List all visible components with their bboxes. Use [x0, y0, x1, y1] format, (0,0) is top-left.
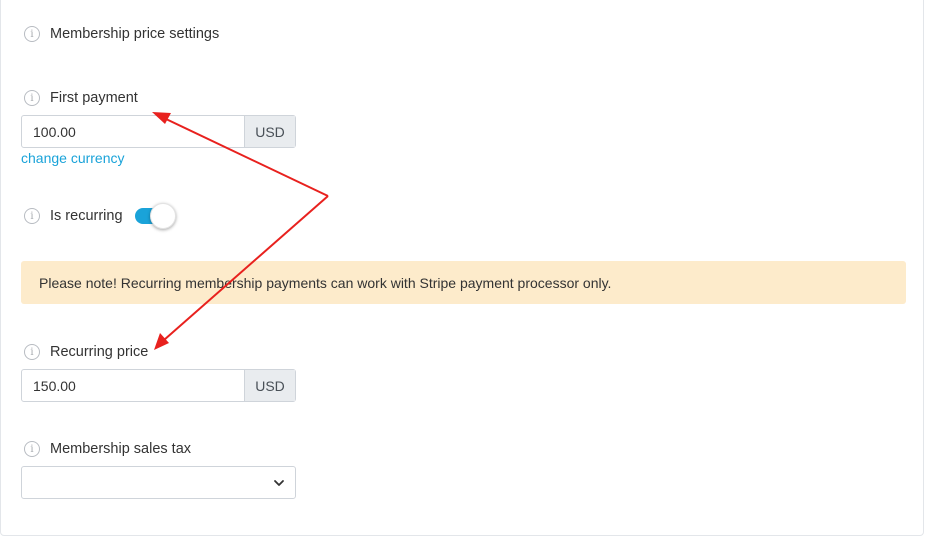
first-payment-input-group: 100.00 USD — [21, 115, 296, 148]
first-payment-currency-addon: USD — [244, 116, 295, 147]
recurring-price-label-row: i Recurring price — [24, 342, 148, 362]
note-text: Please note! Recurring membership paymen… — [39, 274, 612, 291]
recurring-price-currency-addon: USD — [244, 370, 295, 401]
is-recurring-toggle[interactable] — [135, 203, 177, 229]
is-recurring-label-row: i Is recurring — [24, 206, 123, 226]
info-icon[interactable]: i — [24, 26, 40, 42]
change-currency-link[interactable]: change currency — [21, 150, 125, 166]
info-icon[interactable]: i — [24, 344, 40, 360]
info-icon[interactable]: i — [24, 90, 40, 106]
sales-tax-label-row: i Membership sales tax — [24, 439, 191, 459]
first-payment-label: First payment — [50, 90, 138, 106]
recurring-price-label: Recurring price — [50, 344, 149, 360]
is-recurring-label: Is recurring — [50, 208, 123, 224]
first-payment-label-row: i First payment — [24, 88, 138, 108]
settings-title-row: i Membership price settings — [24, 24, 219, 44]
toggle-knob — [150, 203, 176, 229]
recurring-price-input-group: 150.00 USD — [21, 369, 296, 402]
chevron-down-icon — [274, 480, 284, 486]
info-icon[interactable]: i — [24, 208, 40, 224]
settings-title: Membership price settings — [50, 26, 220, 42]
sales-tax-select[interactable] — [21, 466, 296, 499]
stripe-note-alert: Please note! Recurring membership paymen… — [21, 261, 906, 304]
sales-tax-label: Membership sales tax — [50, 441, 192, 457]
recurring-price-input[interactable]: 150.00 — [22, 370, 244, 401]
info-icon[interactable]: i — [24, 441, 40, 457]
first-payment-input[interactable]: 100.00 — [22, 116, 244, 147]
